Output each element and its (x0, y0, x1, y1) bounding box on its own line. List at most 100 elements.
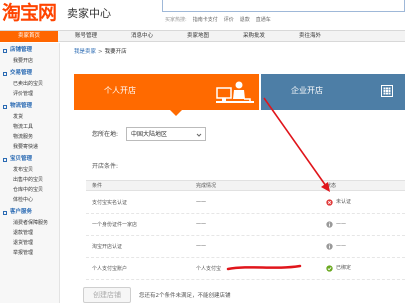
sidebar-group-title[interactable]: 交易管理 (0, 68, 59, 79)
collapse-square-icon (3, 71, 7, 76)
sidebar-group-label: 物流管理 (10, 103, 33, 109)
sidebar-group-store: 店铺管理 我要开店 (0, 45, 59, 66)
sidebar-item-health-check[interactable]: 体检中心 (0, 195, 59, 205)
check-circle-icon (326, 264, 333, 272)
building-grid-icon (381, 85, 393, 97)
tab-overseas[interactable]: 卖往海外 (282, 31, 338, 42)
selected-option-pointer (170, 110, 182, 116)
conditions-table: 条件 完成情况 状态 支付宝实名认证 一一 未认证 一个身份证件一家店 一一 —… (86, 180, 405, 280)
condition-status: 已绑定 (326, 264, 351, 272)
taobao-logo[interactable]: 淘宝网 (2, 2, 57, 24)
location-select[interactable]: 中国大陆地区 (126, 127, 206, 141)
sidebar-item-consumer-protection[interactable]: 消费者保障服务 (0, 218, 59, 228)
info-circle-icon (326, 220, 333, 228)
column-header-state: 状态 (326, 183, 337, 189)
sidebar-group-title[interactable]: 客户服务 (0, 207, 59, 218)
sidebar-item-send-express[interactable]: 我要寄快递 (0, 142, 59, 152)
sidebar-group-title[interactable]: 物流管理 (0, 101, 59, 112)
hot-link[interactable]: 指南卡支付 (193, 15, 218, 25)
condition-status: —— (326, 220, 346, 228)
sidebar-item-returns[interactable]: 退货管理 (0, 238, 59, 248)
condition-status: —— (326, 242, 346, 250)
hot-link[interactable]: 评价 (224, 15, 234, 25)
breadcrumb-home[interactable]: 我是卖家 (74, 49, 96, 55)
sidebar-group-label: 宝贝管理 (10, 156, 33, 162)
tab-account[interactable]: 账号管理 (58, 31, 114, 42)
chevron-down-icon (196, 133, 202, 137)
collapse-square-icon (3, 157, 7, 162)
sidebar-item-open-store[interactable]: 我要开店 (0, 56, 59, 66)
personal-store-option[interactable]: 个人开店 (74, 74, 259, 110)
collapse-square-icon (3, 210, 7, 215)
hot-search-links: 买家热搜: 指南卡支付 评价 退款 直通车 (165, 15, 271, 25)
main-nav: 卖家首页 账号管理 消息中心 卖家地图 采购批发 卖往海外 (0, 30, 405, 42)
enterprise-store-label: 企业开店 (291, 86, 323, 95)
sidebar-item-publish[interactable]: 发布宝贝 (0, 165, 59, 175)
condition-name: 个人支付宝账户 (92, 266, 128, 272)
personal-store-label: 个人开店 (104, 86, 136, 95)
condition-name: 一个身份证件一家店 (92, 222, 138, 228)
sidebar-item-logistics-service[interactable]: 物流服务 (0, 132, 59, 142)
table-row: 一个身份证件一家店 一一 —— (86, 214, 405, 236)
collapse-square-icon (3, 48, 7, 53)
info-circle-icon (326, 242, 333, 250)
condition-name: 支付宝实名认证 (92, 200, 128, 206)
sidebar-item-reports[interactable]: 举报管理 (0, 248, 59, 258)
search-input[interactable] (162, 0, 405, 12)
condition-detail: 一一 (196, 222, 207, 228)
condition-name: 淘宝开店认证 (92, 244, 123, 250)
hot-search-label: 买家热搜: (165, 17, 187, 23)
sidebar-group-label: 店铺管理 (10, 47, 33, 53)
tab-messages[interactable]: 消息中心 (114, 31, 170, 42)
sidebar-item-refunds[interactable]: 退款管理 (0, 228, 59, 238)
enterprise-store-option[interactable]: 企业开店 (261, 74, 405, 110)
sidebar-group-label: 交易管理 (10, 70, 33, 76)
column-header-condition: 条件 (92, 183, 103, 189)
breadcrumb-current: 我要开店 (104, 49, 127, 55)
table-header: 条件 完成情况 状态 (86, 180, 405, 191)
breadcrumb: 我是卖家 > 我要开店 (74, 47, 127, 55)
tab-seller-map[interactable]: 卖家地图 (170, 31, 226, 42)
column-header-completion: 完成情况 (196, 183, 217, 189)
tab-wholesale[interactable]: 采购批发 (226, 31, 282, 42)
table-row: 个人支付宝账户 个人支付宝 已绑定 (86, 258, 405, 280)
create-store-note: 您还有2个条件未满足，不能创建店铺 (139, 293, 231, 299)
annotation-arrow-line (263, 97, 327, 187)
sidebar: 店铺管理 我要开店 交易管理 已卖出的宝贝 评价管理 物流管理 发货 物流工具 … (0, 43, 60, 303)
site-header: 淘宝网 卖家中心 买家热搜: 指南卡支付 评价 退款 直通车 (0, 0, 405, 30)
sidebar-item-reviews[interactable]: 评价管理 (0, 89, 59, 99)
status-text: 未认证 (336, 199, 352, 205)
sidebar-group-logistics: 物流管理 发货 物流工具 物流服务 我要寄快递 (0, 101, 59, 152)
collapse-square-icon (3, 104, 7, 109)
tab-seller-home[interactable]: 卖家首页 (0, 31, 58, 42)
sidebar-group-title[interactable]: 宝贝管理 (0, 154, 59, 165)
condition-detail: 一一 (196, 244, 207, 250)
x-circle-icon (326, 198, 333, 206)
hot-link[interactable]: 直通车 (256, 15, 271, 25)
sidebar-item-ship[interactable]: 发货 (0, 112, 59, 122)
sidebar-group-label: 客户服务 (10, 209, 33, 215)
condition-detail: 个人支付宝 (196, 266, 222, 272)
create-store-button[interactable]: 创建店铺 (83, 287, 131, 303)
sidebar-item-warehouse[interactable]: 仓库中的宝贝 (0, 185, 59, 195)
sidebar-item-on-sale[interactable]: 出售中的宝贝 (0, 175, 59, 185)
condition-status: 未认证 (326, 198, 351, 206)
sidebar-item-sold-items[interactable]: 已卖出的宝贝 (0, 79, 59, 89)
hot-link[interactable]: 退款 (240, 15, 250, 25)
sidebar-item-logistics-tools[interactable]: 物流工具 (0, 122, 59, 132)
table-row: 淘宝开店认证 一一 —— (86, 236, 405, 258)
sidebar-group-title[interactable]: 店铺管理 (0, 45, 59, 56)
location-label: 您所在地: (92, 131, 119, 138)
breadcrumb-separator: > (98, 49, 103, 55)
location-value: 中国大陆地区 (131, 131, 168, 138)
table-row: 支付宝实名认证 一一 未认证 (86, 192, 405, 214)
sidebar-group-items: 宝贝管理 发布宝贝 出售中的宝贝 仓库中的宝贝 体检中心 (0, 154, 59, 205)
sidebar-group-trade: 交易管理 已卖出的宝贝 评价管理 (0, 68, 59, 99)
status-text: —— (336, 221, 346, 227)
conditions-label: 开店条件: (92, 163, 119, 170)
person-at-computer-icon (216, 81, 254, 103)
status-text: —— (336, 243, 346, 249)
condition-detail: 一一 (196, 200, 207, 206)
status-text: 已绑定 (336, 265, 352, 271)
sidebar-group-service: 客户服务 消费者保障服务 退款管理 退货管理 举报管理 (0, 207, 59, 258)
